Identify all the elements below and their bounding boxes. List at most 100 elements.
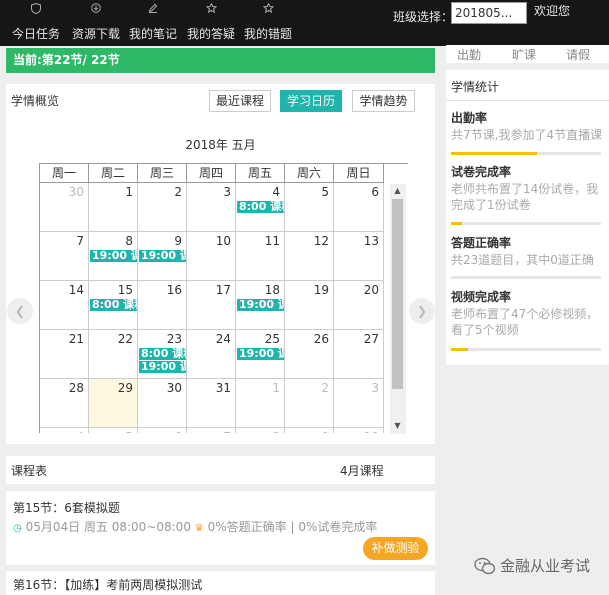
chevron-left-icon[interactable]: ❮	[7, 298, 33, 324]
weekday-header: 周日	[334, 164, 384, 183]
calendar-day-cell[interactable]: 13	[334, 232, 384, 281]
calendar-day-cell[interactable]: 11	[236, 232, 285, 281]
lesson-accuracy: 0%答题正确率	[207, 520, 287, 534]
schedule-title: 课程表	[11, 464, 48, 478]
lesson-card[interactable]: 第16节：【加练】考前两周模拟测试	[6, 571, 435, 595]
calendar-day-number: 18	[264, 283, 280, 297]
calendar-day-cell[interactable]: 8 19:00 课程	[89, 232, 138, 281]
calendar-day-cell[interactable]: 17	[187, 281, 236, 330]
calendar-day-number: 16	[166, 283, 182, 297]
stat-attendance-name: 出勤率	[451, 111, 488, 125]
calendar-day-cell[interactable]: 2	[138, 183, 187, 232]
calendar-day-cell[interactable]: 21	[40, 330, 89, 379]
nav-resource-download[interactable]: 资源下载	[70, 0, 122, 46]
calendar-day-cell[interactable]: 8	[236, 428, 285, 433]
scroll-down-arrow-icon[interactable]: ▼	[393, 421, 402, 430]
calendar-day-cell[interactable]: 30	[138, 379, 187, 428]
calendar-day-cell[interactable]: 6	[138, 428, 187, 433]
calendar-day-cell[interactable]: 22	[89, 330, 138, 379]
calendar-event[interactable]: 8:00 课程	[237, 201, 284, 213]
schedule-header: 课程表 4月课程	[6, 456, 435, 484]
calendar-day-cell[interactable]: 7	[187, 428, 236, 433]
class-select[interactable]: 201805...	[451, 2, 527, 24]
calendar-day-cell[interactable]: 9	[285, 428, 334, 433]
nav-my-questions-label: 我的答疑	[186, 27, 235, 41]
calendar-day-cell[interactable]: 23 8:00 课程19:00 课程	[138, 330, 187, 379]
tab-attendance[interactable]: 出勤	[457, 46, 481, 63]
scroll-up-arrow-icon[interactable]: ▲	[393, 186, 402, 195]
tab-leave[interactable]: 请假	[566, 46, 590, 63]
tab-study-trend[interactable]: 学情趋势	[352, 90, 415, 112]
calendar-event[interactable]: 19:00 课程	[90, 250, 137, 262]
calendar-day-number: 15	[117, 283, 133, 297]
calendar-day-cell[interactable]: 9 19:00 课程	[138, 232, 187, 281]
calendar-day-cell[interactable]: 19	[285, 281, 334, 330]
nav-today-task[interactable]: 今日任务	[8, 0, 64, 46]
calendar-day-cell[interactable]: 24	[187, 330, 236, 379]
calendar-day-number: 27	[363, 332, 379, 346]
calendar-day-cell[interactable]: 18 19:00 课程	[236, 281, 285, 330]
calendar-day-cell[interactable]: 29	[89, 379, 138, 428]
calendar-day-cell[interactable]: 4 8:00 课程	[236, 183, 285, 232]
calendar-event[interactable]: 8:00 课程	[139, 348, 186, 360]
stat-paper-fill	[451, 222, 462, 225]
calendar-day-cell[interactable]: 30	[40, 183, 89, 232]
calendar-day-cell[interactable]: 14	[40, 281, 89, 330]
calendar-day-cell[interactable]: 5	[89, 428, 138, 433]
chevron-right-icon[interactable]: ❯	[409, 298, 435, 324]
calendar-day-cell[interactable]: 5	[285, 183, 334, 232]
calendar-day-cell[interactable]: 20	[334, 281, 384, 330]
calendar-scroll-thumb[interactable]	[392, 199, 403, 389]
stat-accuracy-name: 答题正确率	[451, 236, 512, 250]
calendar-day-number: 2	[321, 381, 329, 395]
calendar-day-cell[interactable]: 10	[334, 428, 384, 433]
lesson-title: 第15节：6套模拟题	[13, 501, 120, 515]
tab-recent-courses[interactable]: 最近课程	[209, 90, 271, 112]
calendar-day-cell[interactable]: 1	[236, 379, 285, 428]
calendar-day-number: 23	[166, 332, 182, 346]
weekday-header: 周二	[89, 164, 138, 183]
calendar-day-cell[interactable]: 7	[40, 232, 89, 281]
calendar-day-cell[interactable]: 3	[187, 183, 236, 232]
calendar-day-number: 19	[313, 283, 329, 297]
calendar-day-cell[interactable]: 27	[334, 330, 384, 379]
schedule-month[interactable]: 4月课程	[340, 462, 384, 479]
calendar-month-title: 2018年 五月	[185, 138, 256, 152]
weekday-header: 周一	[40, 164, 89, 183]
calendar-day-cell[interactable]: 28	[40, 379, 89, 428]
tab-study-calendar[interactable]: 学习日历	[280, 90, 342, 112]
calendar-event[interactable]: 19:00 课程	[237, 299, 284, 311]
calendar-day-cell[interactable]: 2	[285, 379, 334, 428]
calendar-day-number: 28	[68, 381, 84, 395]
calendar-day-cell[interactable]: 12	[285, 232, 334, 281]
download-icon	[70, 3, 122, 17]
star-icon	[242, 3, 294, 17]
stat-video-fill	[451, 348, 468, 351]
makeup-quiz-button[interactable]: 补做测验	[363, 537, 428, 560]
calendar-day-cell[interactable]: 1	[89, 183, 138, 232]
stat-attendance-fill	[451, 152, 537, 155]
calendar-day-cell[interactable]: 4	[40, 428, 89, 433]
calendar-event[interactable]: 19:00 课程	[139, 361, 186, 373]
calendar-event[interactable]: 19:00 课程	[139, 250, 186, 262]
calendar-day-cell[interactable]: 16	[138, 281, 187, 330]
tab-absence[interactable]: 旷课	[512, 46, 536, 63]
calendar-day-number: 17	[215, 283, 231, 297]
calendar-event[interactable]: 8:00 课程	[90, 299, 137, 311]
calendar-day-number: 8	[272, 430, 280, 433]
calendar-day-cell[interactable]: 25 19:00 课程	[236, 330, 285, 379]
calendar-day-cell[interactable]: 6	[334, 183, 384, 232]
calendar-day-cell[interactable]: 31	[187, 379, 236, 428]
calendar-day-number: 7	[223, 430, 231, 433]
calendar-day-cell[interactable]: 15 8:00 课程	[89, 281, 138, 330]
lesson-separator: |	[290, 520, 295, 534]
calendar-day-cell[interactable]: 26	[285, 330, 334, 379]
calendar-day-cell[interactable]: 3	[334, 379, 384, 428]
nav-my-notes[interactable]: 我的笔记	[127, 0, 179, 46]
nav-my-questions[interactable]: 我的答疑	[185, 0, 237, 46]
calendar-event[interactable]: 19:00 课程	[237, 348, 284, 360]
nav-my-mistakes[interactable]: 我的错题	[242, 0, 294, 46]
calendar-day-cell[interactable]: 10	[187, 232, 236, 281]
calendar-day-number: 13	[363, 234, 379, 248]
lesson-card[interactable]: 第15节：6套模拟题 ◷ 05月04日 周五 08:00~08:00 ♛ 0%答…	[6, 491, 435, 565]
